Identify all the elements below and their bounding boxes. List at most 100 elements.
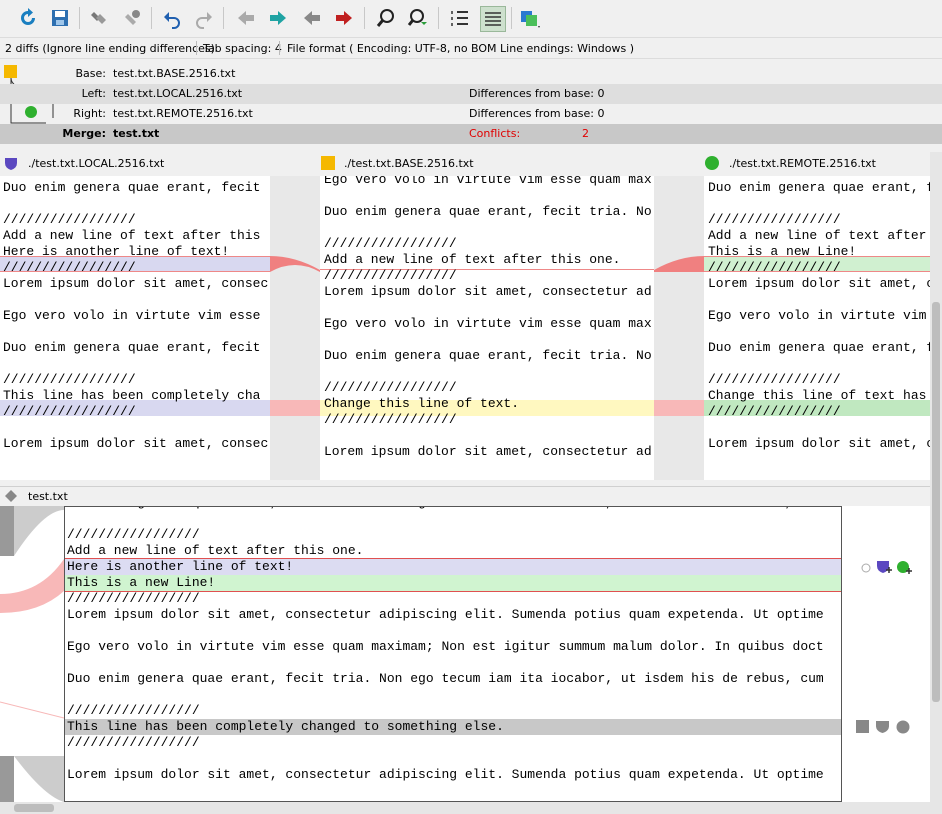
text-line: ///////////////// xyxy=(324,380,457,395)
text-line: Duo enim genera quae erant, fecit tria. … xyxy=(67,507,824,511)
layout-icon[interactable] xyxy=(518,6,542,30)
conflicts-label: Conflicts: xyxy=(469,127,521,140)
text-line: Ego vero volo in virtute vim esse quam m… xyxy=(324,176,652,187)
line-numbers-icon[interactable] xyxy=(448,6,472,30)
save-icon[interactable] xyxy=(48,6,72,30)
conflicts-count: 2 xyxy=(582,127,589,140)
text-line: Add a new line of text after this xyxy=(3,228,261,243)
file-format: File format ( Encoding: UTF-8, no BOM Li… xyxy=(287,42,635,55)
text-line: ///////////////// xyxy=(3,212,136,227)
merge-info-panel: Base: test.txt.BASE.2516.txt Left: test.… xyxy=(0,60,942,148)
text-line: Duo enim genera quae erant, fecit tria. … xyxy=(324,204,652,219)
text-line: ///////////////// xyxy=(324,268,457,283)
right-label: Right: xyxy=(73,107,106,120)
text-line: ///////////////// xyxy=(708,212,841,227)
merge-file: test.txt xyxy=(113,127,160,140)
diff-count: 2 diffs (Ignore line ending differences) xyxy=(5,42,215,55)
mark-resolved-all-icon[interactable] xyxy=(120,6,144,30)
text-line: Lorem ipsum dolor sit amet, consectetur … xyxy=(67,767,824,782)
result-gutter xyxy=(0,506,65,802)
merge-diamond-icon xyxy=(5,490,17,502)
merge-label: Merge: xyxy=(62,127,106,140)
remote-pane-title: ./test.txt.REMOTE.2516.txt xyxy=(729,157,876,170)
horizontal-scrollbar[interactable] xyxy=(0,802,942,814)
text-line: Duo enim genera quae erant, fecit xyxy=(3,340,261,355)
next-conflict-icon[interactable] xyxy=(332,6,356,30)
status-bar: 2 diffs (Ignore line ending differences)… xyxy=(0,38,942,59)
text-line: Lorem ipsum dolor sit amet, consectetur … xyxy=(324,444,652,459)
undo-icon[interactable] xyxy=(160,6,184,30)
find-next-icon[interactable] xyxy=(406,6,430,30)
text-line: Here is another line of text! xyxy=(3,244,230,259)
prev-conflict-icon[interactable] xyxy=(300,6,324,30)
text-line: ///////////////// xyxy=(3,260,136,275)
text-line: Lorem ipsum dolor sit amet, consec xyxy=(3,276,269,291)
text-line: ///////////////// xyxy=(67,703,200,718)
text-line: Add a new line of text after this one. xyxy=(324,252,621,267)
use-local-icon[interactable] xyxy=(876,560,894,576)
base-file: test.txt.BASE.2516.txt xyxy=(113,67,236,80)
text-line: ///////////////// xyxy=(3,404,136,419)
local-base-gutter xyxy=(270,176,320,480)
local-pane[interactable]: Duo enim genera quae erant, fecit ///////… xyxy=(0,176,270,480)
next-diff-icon[interactable] xyxy=(266,6,290,30)
local-shield-icon xyxy=(5,158,17,170)
use-base-block-icon[interactable] xyxy=(856,720,870,734)
text-line: Duo enim genera quae erant, fecit tria. … xyxy=(67,671,824,686)
base-pane[interactable]: Ego vero volo in virtute vim esse quam m… xyxy=(320,176,654,480)
base-pane-title: ./test.txt.BASE.2516.txt xyxy=(344,157,474,170)
use-local-block-icon[interactable] xyxy=(876,720,890,734)
remote-pane[interactable]: Duo enim genera quae erant, fecit ///////… xyxy=(704,176,930,480)
text-line: ///////////////// xyxy=(708,372,841,387)
local-pane-title: ./test.txt.LOCAL.2516.txt xyxy=(28,157,165,170)
left-label: Left: xyxy=(81,87,106,100)
result-pane[interactable]: Duo enim genera quae erant, fecit tria. … xyxy=(64,506,842,802)
text-line: Duo enim genera quae erant, fecit xyxy=(708,180,930,195)
left-file: test.txt.LOCAL.2516.txt xyxy=(113,87,243,100)
text-line: Ego vero volo in virtute vim esse quam m… xyxy=(67,639,824,654)
base-square-icon xyxy=(321,156,335,170)
prev-diff-icon[interactable] xyxy=(234,6,258,30)
text-line: This line has been completely cha xyxy=(3,388,261,403)
find-icon[interactable] xyxy=(374,6,398,30)
text-line: Change this line of text. xyxy=(324,396,520,411)
text-line: ///////////////// xyxy=(324,412,457,427)
base-label: Base: xyxy=(75,67,107,80)
text-line: This is a new Line! xyxy=(708,244,857,259)
result-header: test.txt xyxy=(0,486,942,505)
text-line: Lorem ipsum dolor sit amet, co xyxy=(708,436,930,451)
text-line: Duo enim genera quae erant, fecit xyxy=(3,180,261,195)
left-diff-count: Differences from base: 0 xyxy=(469,87,605,100)
use-base-radio-icon[interactable] xyxy=(860,562,872,574)
right-file: test.txt.REMOTE.2516.txt xyxy=(113,107,253,120)
text-line: ///////////////// xyxy=(708,404,841,419)
reload-icon[interactable] xyxy=(16,6,40,30)
use-remote-block-icon[interactable] xyxy=(896,720,910,734)
right-diff-count: Differences from base: 0 xyxy=(469,107,605,120)
vertical-scrollbar[interactable] xyxy=(930,152,942,802)
text-line: Add a new line of text after xyxy=(708,228,927,243)
text-line: Lorem ipsum dolor sit amet, co xyxy=(708,276,930,291)
text-line: ///////////////// xyxy=(324,236,457,251)
text-line: ///////////////// xyxy=(708,260,841,275)
text-line: ///////////////// xyxy=(67,735,200,750)
text-line: Add a new line of text after this one. xyxy=(67,543,364,558)
remote-circle-icon xyxy=(705,156,719,170)
base-remote-gutter xyxy=(654,176,704,480)
redo-icon[interactable] xyxy=(192,6,216,30)
text-line: Ego vero volo in virtute vim esse quam m… xyxy=(324,316,652,331)
text-line: Duo enim genera quae erant, f xyxy=(708,340,930,355)
text-line: ///////////////// xyxy=(3,372,136,387)
conflict-controls xyxy=(842,506,930,802)
text-line: Change this line of text has xyxy=(708,388,927,403)
result-title: test.txt xyxy=(28,490,68,503)
text-line: This is a new Line! xyxy=(67,575,216,590)
text-line: Lorem ipsum dolor sit amet, consectetur … xyxy=(67,607,824,622)
text-line: This line has been completely changed to… xyxy=(67,719,504,734)
whitespace-icon[interactable] xyxy=(480,6,506,32)
mark-resolved-icon[interactable] xyxy=(88,6,112,30)
text-line: Lorem ipsum dolor sit amet, consectetur … xyxy=(324,284,652,299)
text-line: Lorem ipsum dolor sit amet, consec xyxy=(3,436,269,451)
tab-spacing: Tab spacing: 4 xyxy=(203,42,282,55)
use-remote-icon[interactable] xyxy=(896,560,914,576)
